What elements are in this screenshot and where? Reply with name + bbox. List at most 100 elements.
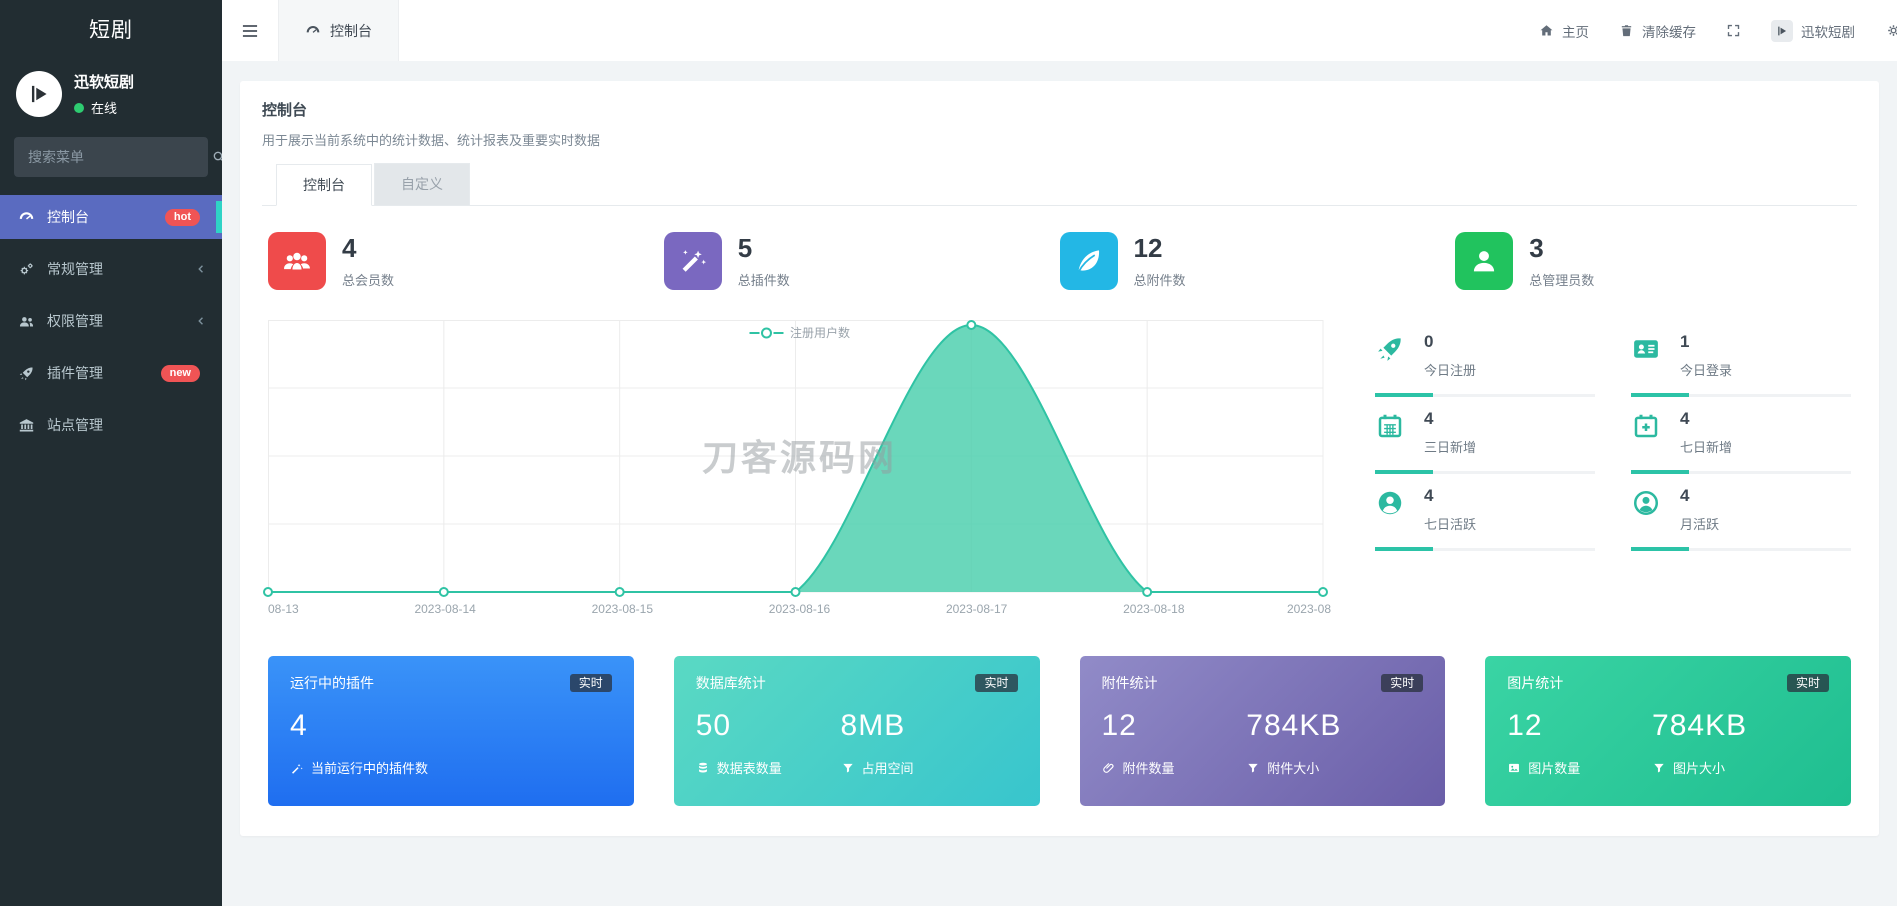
quick-stat-label: 七日新增 xyxy=(1680,437,1732,456)
accent-underline xyxy=(1375,471,1595,474)
nav-user-label: 迅软短剧 xyxy=(1801,21,1855,41)
nav-tab-label: 控制台 xyxy=(330,21,372,41)
sidebar-item-label: 站点管理 xyxy=(47,415,208,435)
card-value: 12 xyxy=(1507,709,1652,743)
funnel-icon xyxy=(1246,761,1260,775)
card-value: 50 xyxy=(696,709,841,743)
sidebar-toggle-button[interactable] xyxy=(222,0,278,61)
card-attachment-stats[interactable]: 附件统计 实时 12 附件数量 xyxy=(1080,656,1446,806)
users-icon xyxy=(18,313,35,330)
card-metric-label: 占用空间 xyxy=(862,758,914,777)
card-image-stats[interactable]: 图片统计 实时 12 图片数量 xyxy=(1485,656,1851,806)
dashboard-icon xyxy=(305,23,321,39)
paperclip-icon xyxy=(1102,761,1116,775)
stat-value: 5 xyxy=(738,233,790,264)
sidebar-item-dashboard[interactable]: 控制台 hot xyxy=(0,195,222,239)
realtime-badge: 实时 xyxy=(570,674,612,692)
realtime-badge: 实时 xyxy=(1381,674,1423,692)
watermark-text: 刀客源码网 xyxy=(702,429,897,481)
nav-home-label: 主页 xyxy=(1562,21,1589,41)
members-icon xyxy=(268,232,326,290)
magic-wand-icon xyxy=(664,232,722,290)
rocket-icon xyxy=(18,365,35,382)
card-title: 附件统计 xyxy=(1102,673,1158,693)
database-icon xyxy=(696,761,710,775)
card-value: 12 xyxy=(1102,709,1247,743)
stat-row: 4 总会员数 5 总插件数 xyxy=(256,232,1863,290)
nav-clear-cache[interactable]: 清除缓存 xyxy=(1619,21,1696,41)
app-window: 短剧 迅软短剧 在线 控制台 xyxy=(0,0,1897,906)
user-name: 迅软短剧 xyxy=(74,71,134,92)
image-icon xyxy=(1507,761,1521,775)
quick-stat-monthly-active: 4 月活跃 xyxy=(1631,474,1851,551)
sidebar-item-general[interactable]: 常规管理 xyxy=(0,247,222,291)
accent-underline xyxy=(1631,471,1851,474)
play-logo-icon xyxy=(1775,24,1789,38)
chevron-left-icon xyxy=(194,262,208,276)
sidebar-item-plugins[interactable]: 插件管理 new xyxy=(0,351,222,395)
quick-stat-seven-day-new: 4 七日新增 xyxy=(1631,397,1851,474)
panel-header: 控制台 用于展示当前系统中的统计数据、统计报表及重要实时数据 控制台 自定义 xyxy=(240,81,1879,206)
stat-total-admins: 3 总管理员数 xyxy=(1455,232,1851,290)
play-logo-icon xyxy=(26,81,52,107)
accent-underline xyxy=(1375,548,1595,551)
dashboard-icon xyxy=(18,209,35,226)
console-panel: 控制台 用于展示当前系统中的统计数据、统计报表及重要实时数据 控制台 自定义 xyxy=(240,81,1879,836)
chart-legend[interactable]: 注册用户数 xyxy=(749,324,850,341)
quick-stat-seven-day-active: 4 七日活跃 xyxy=(1375,474,1595,551)
top-navbar: 控制台 主页 清除缓存 迅软短剧 xyxy=(222,0,1897,62)
quick-stat-label: 七日活跃 xyxy=(1424,514,1476,533)
tab-console[interactable]: 控制台 xyxy=(276,164,372,206)
stat-label: 总插件数 xyxy=(738,270,790,289)
card-metric-label: 数据表数量 xyxy=(717,758,782,777)
tab-custom[interactable]: 自定义 xyxy=(374,163,470,205)
id-card-icon xyxy=(1631,332,1665,368)
brand-title: 短剧 xyxy=(0,0,222,61)
card-metric-label: 附件数量 xyxy=(1123,758,1175,777)
stat-total-plugins: 5 总插件数 xyxy=(664,232,1060,290)
stat-label: 总会员数 xyxy=(342,270,394,289)
x-tick-label: 2023-08 xyxy=(1287,602,1331,616)
quick-stat-label: 今日登录 xyxy=(1680,360,1732,379)
sidebar-item-sites[interactable]: 站点管理 xyxy=(0,403,222,447)
magic-wand-icon xyxy=(290,761,304,775)
sidebar-item-label: 权限管理 xyxy=(47,311,194,331)
quick-stats-grid: 0 今日注册 xyxy=(1375,320,1851,620)
x-tick-label: 2023-08-16 xyxy=(769,602,830,616)
quick-stat-value: 1 xyxy=(1680,332,1732,352)
panel-tabs: 控制台 自定义 xyxy=(262,163,1857,206)
nav-settings[interactable] xyxy=(1885,22,1897,39)
page-title: 控制台 xyxy=(262,99,1857,120)
card-title: 数据库统计 xyxy=(696,673,766,693)
page-subtitle: 用于展示当前系统中的统计数据、统计报表及重要实时数据 xyxy=(262,130,1857,149)
card-value: 4 xyxy=(290,709,435,743)
stat-value: 12 xyxy=(1134,233,1186,264)
stat-value: 4 xyxy=(342,233,394,264)
nav-user[interactable]: 迅软短剧 xyxy=(1771,20,1855,42)
sidebar-menu: 控制台 hot 常规管理 权限管理 xyxy=(0,195,222,447)
accent-underline xyxy=(1631,548,1851,551)
funnel-icon xyxy=(1652,761,1666,775)
stat-label: 总管理员数 xyxy=(1529,270,1594,289)
quick-stat-value: 4 xyxy=(1680,409,1732,429)
quick-stat-label: 三日新增 xyxy=(1424,437,1476,456)
hot-badge: hot xyxy=(165,209,200,226)
x-tick-label: 2023-08-15 xyxy=(592,602,653,616)
search-input[interactable] xyxy=(26,148,211,166)
fullscreen-button[interactable] xyxy=(1726,23,1741,38)
card-value: 8MB xyxy=(841,709,986,743)
x-axis-labels: 08-132023-08-142023-08-152023-08-162023-… xyxy=(268,602,1331,620)
quick-stat-today-registered: 0 今日注册 xyxy=(1375,320,1595,397)
card-database-stats[interactable]: 数据库统计 实时 50 数据表数量 xyxy=(674,656,1040,806)
stat-total-members: 4 总会员数 xyxy=(268,232,664,290)
middle-row: 注册用户数 刀客源码网 08-132023-08-142023-08-15202… xyxy=(256,320,1863,620)
funnel-icon xyxy=(841,761,855,775)
nav-tab-console[interactable]: 控制台 xyxy=(278,0,399,61)
hamburger-icon xyxy=(240,21,260,41)
nav-home[interactable]: 主页 xyxy=(1539,21,1589,41)
sidebar-item-permissions[interactable]: 权限管理 xyxy=(0,299,222,343)
card-running-plugins[interactable]: 运行中的插件 实时 4 当前运行中的插件数 xyxy=(268,656,634,806)
new-badge: new xyxy=(161,365,200,382)
quick-stat-label: 月活跃 xyxy=(1680,514,1719,533)
user-panel: 迅软短剧 在线 xyxy=(0,61,222,131)
